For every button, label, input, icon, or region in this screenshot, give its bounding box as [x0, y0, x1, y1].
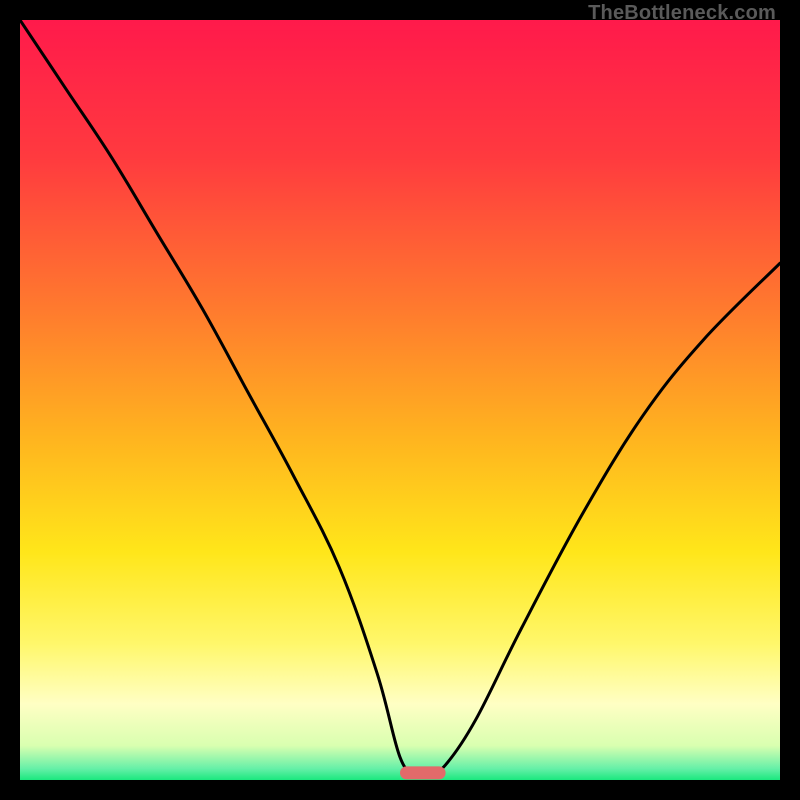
- optimal-marker: [400, 766, 446, 779]
- chart-frame: [20, 20, 780, 780]
- marker-layer: [400, 766, 446, 779]
- gradient-background: [20, 20, 780, 780]
- watermark-text: TheBottleneck.com: [588, 2, 776, 25]
- bottleneck-chart: [20, 20, 780, 780]
